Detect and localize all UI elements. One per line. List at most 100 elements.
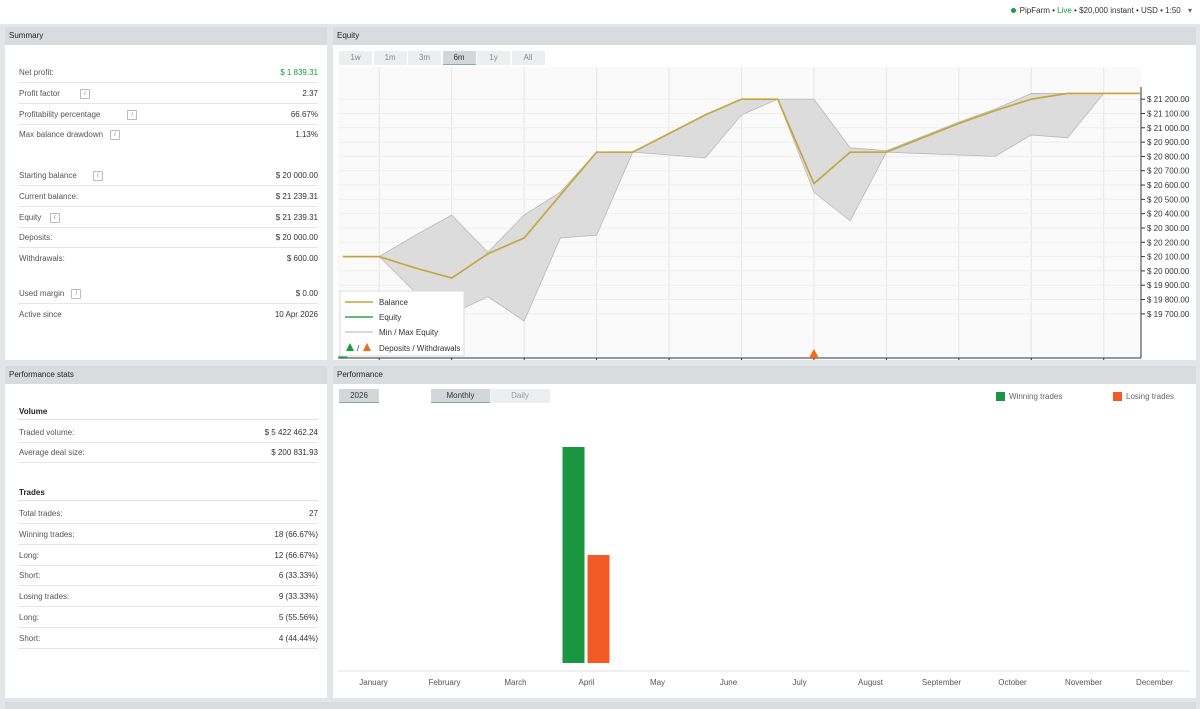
- month-label: March: [504, 678, 526, 687]
- summary-panel: Summary Net profit: $ 1 839.31 Profit fact…: [5, 27, 327, 360]
- losing-trades-bar[interactable]: [587, 555, 610, 663]
- summary-row-profit-factor: Profit factor i 2.37: [18, 85, 318, 104]
- winning-trades-bar[interactable]: [562, 447, 585, 663]
- summary-label: Current balance:: [19, 192, 79, 201]
- stat-label: Traded volume:: [19, 428, 75, 437]
- summary-label: Profitability percentage: [19, 110, 101, 119]
- info-icon[interactable]: i: [49, 213, 60, 223]
- y-tick-label: $ 20 800.00: [1147, 152, 1190, 161]
- summary-label: Active since: [19, 310, 62, 319]
- info-icon[interactable]: i: [79, 89, 90, 99]
- info-icon[interactable]: i: [110, 130, 120, 140]
- stat-label: Long:: [19, 613, 40, 622]
- y-tick-label: $ 21 100.00: [1147, 109, 1190, 118]
- y-tick-label: $ 19 900.00: [1147, 281, 1190, 290]
- stat-label: Average deal size:: [19, 448, 85, 457]
- y-tick-label: $ 21 000.00: [1147, 124, 1190, 133]
- month-label: January: [359, 678, 387, 687]
- chevron-down-icon[interactable]: ▾: [1188, 6, 1192, 15]
- summary-label: Net profit:: [19, 68, 54, 77]
- stat-value: 4 (44.44%): [278, 633, 318, 643]
- summary-row-active-since: Active since 10 Apr 2026: [18, 306, 318, 325]
- y-tick-label: $ 20 300.00: [1147, 224, 1190, 233]
- equity-chart: $ 21 200.00 $ 21 100.00 $ 21 000.00 $ 20 90…: [338, 67, 1190, 360]
- summary-label: Withdrawals:: [19, 254, 65, 263]
- summary-value: 1.13%: [295, 130, 318, 139]
- summary-value: $ 600.00: [286, 254, 318, 263]
- account-name: PipFarm: [1019, 6, 1050, 15]
- summary-label: Used margin: [19, 289, 65, 298]
- performance-header: Performance: [333, 366, 1196, 384]
- summary-value: $ 21 239.31: [275, 213, 318, 222]
- month-label: July: [792, 678, 806, 687]
- volume-row-average-deal-size: Average deal size: $ 200 831.93: [18, 444, 318, 463]
- stat-label: Losing trades:: [19, 592, 70, 602]
- month-label: December: [1136, 678, 1173, 687]
- stat-label: Total trades:: [19, 509, 63, 518]
- y-tick-label: $ 20 600.00: [1147, 181, 1190, 190]
- equity-panel: Equity 1w 1m 3m 6m 1y All $ 21 200.00 $ 21 100…: [333, 27, 1196, 360]
- trades-section-title: Trades: [19, 488, 45, 497]
- trades-row-winning-trades: Winning trades: 18 (66.67%): [18, 526, 318, 545]
- trades-row-short: Short: 6 (33.33%): [18, 567, 318, 587]
- summary-value: $ 1 839.31: [280, 68, 318, 77]
- month-label: May: [650, 678, 665, 687]
- stat-label: Short:: [19, 571, 41, 581]
- legend-deposits-withdrawals-label: Deposits / Withdrawals: [379, 344, 460, 353]
- legend-equity-label: Equity: [379, 313, 401, 322]
- equity-header: Equity: [333, 27, 1196, 45]
- summary-label: Deposits:: [19, 233, 53, 242]
- volume-section-title: Volume: [19, 407, 48, 416]
- y-tick-label: $ 20 700.00: [1147, 167, 1190, 176]
- month-label: October: [998, 678, 1027, 687]
- divider: [18, 419, 318, 420]
- info-icon[interactable]: i: [127, 110, 138, 120]
- stat-label: Winning trades:: [19, 529, 75, 539]
- trades-row-long: Long: 12 (66.67%): [18, 547, 318, 566]
- y-tick-label: $ 19 800.00: [1147, 296, 1190, 305]
- trades-row-total-trades: Total trades: 27: [18, 505, 318, 524]
- y-tick-label: $ 20 900.00: [1147, 138, 1190, 147]
- month-label: November: [1065, 678, 1102, 687]
- stat-label: Short:: [19, 633, 41, 643]
- volume-row-traded-volume: Traded volume: $ 5 422 462.24: [18, 424, 318, 443]
- y-tick-label: $ 20 500.00: [1147, 195, 1190, 204]
- info-icon[interactable]: i: [92, 171, 103, 181]
- stat-value: 9 (33.33%): [278, 592, 318, 602]
- divider: [18, 500, 318, 501]
- month-label: August: [858, 678, 884, 687]
- summary-label: Starting balance: [19, 171, 77, 180]
- summary-row-net-profit: Net profit: $ 1 839.31: [18, 64, 318, 83]
- y-tick-label: $ 19 700.00: [1147, 310, 1190, 319]
- performance-panel: Performance 2026 Monthly Daily Winning t…: [333, 366, 1196, 698]
- summary-label: Equity: [19, 213, 42, 222]
- performance-stats-header: Performance stats: [5, 366, 327, 384]
- stat-value: 18 (66.67%): [274, 529, 318, 539]
- summary-value: $ 0.00: [295, 289, 318, 298]
- info-icon[interactable]: i: [71, 289, 82, 299]
- trades-row-short: Short: 4 (44.44%): [18, 630, 318, 649]
- account-selector[interactable]: PipFarm • Live • $20,000 instant • USD •…: [1010, 6, 1192, 15]
- summary-row-withdrawals: Withdrawals: $ 600.00: [18, 250, 318, 269]
- summary-value: 66.67%: [290, 110, 318, 119]
- summary-value: $ 20 000.00: [275, 171, 318, 180]
- stat-value: $ 5 422 462.24: [264, 428, 318, 437]
- top-bar: PipFarm • Live • $20,000 instant • USD •…: [0, 0, 1200, 24]
- y-tick-label: $ 20 400.00: [1147, 210, 1190, 219]
- account-status: Live: [1057, 6, 1072, 15]
- trades-row-long: Long: 5 (55.56%): [18, 609, 318, 628]
- y-tick-label: $ 20 100.00: [1147, 253, 1190, 262]
- summary-value: 10 Apr 2026: [274, 310, 318, 319]
- summary-row-used-margin: Used margin i $ 0.00: [18, 285, 318, 304]
- stat-value: $ 200 831.93: [271, 448, 318, 457]
- footer-bar: [5, 702, 1196, 709]
- summary-row-profitability-percentage: Profitability percentage i 66.67%: [18, 106, 318, 125]
- summary-value: $ 21 239.31: [275, 192, 318, 201]
- y-tick-label: $ 20 200.00: [1147, 238, 1190, 247]
- stat-value: 12 (66.67%): [274, 550, 318, 560]
- summary-row-max-balance-drawdown: Max balance drawdown i 1.13%: [18, 126, 318, 145]
- trades-row-losing-trades: Losing trades: 9 (33.33%): [18, 588, 318, 608]
- summary-value: $ 20 000.00: [275, 233, 318, 242]
- equity-legend: BalanceEquityMin / Max Equity/Deposits /…: [339, 290, 465, 357]
- y-tick-label: $ 20 000.00: [1147, 267, 1190, 276]
